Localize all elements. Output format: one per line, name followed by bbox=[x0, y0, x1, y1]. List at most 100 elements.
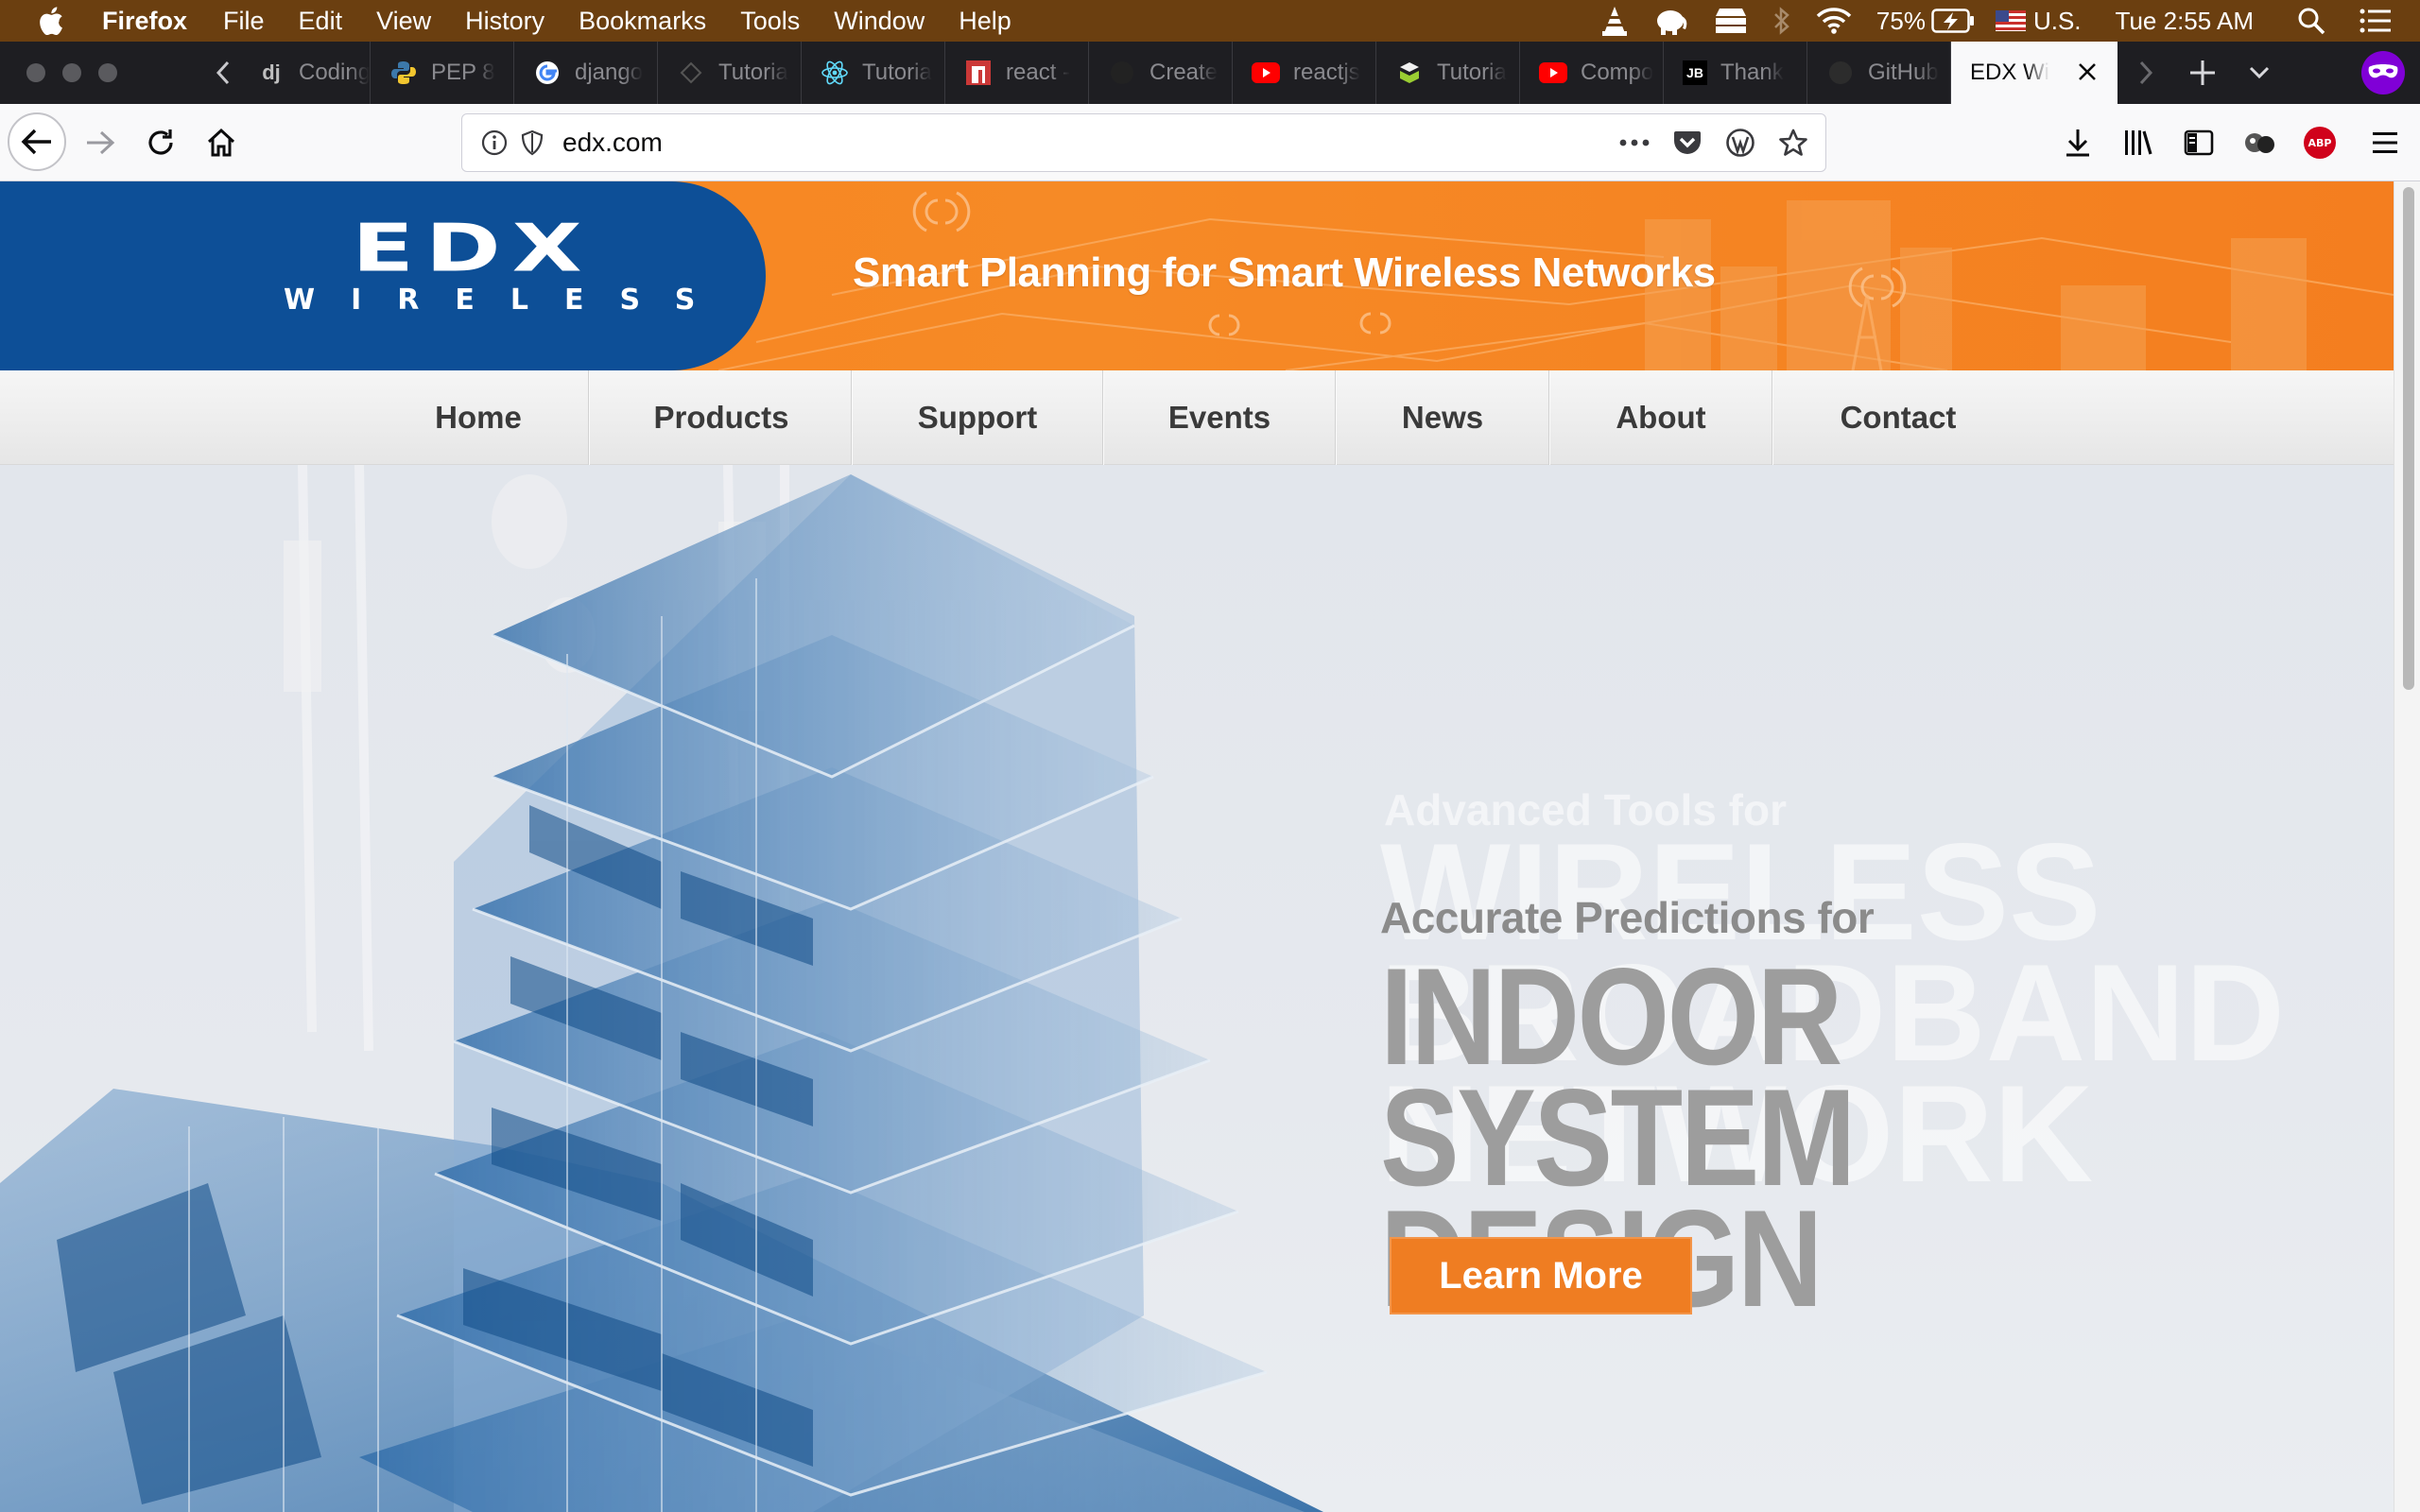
menu-window[interactable]: Window bbox=[834, 7, 925, 36]
close-tab-icon[interactable] bbox=[2074, 59, 2100, 85]
pocket-icon[interactable] bbox=[1670, 126, 1704, 160]
tab-title: Thank bbox=[1720, 60, 1784, 85]
nav-contact[interactable]: Contact bbox=[1773, 370, 2023, 465]
url-text[interactable]: edx.com bbox=[562, 128, 1599, 158]
nav-about[interactable]: About bbox=[1550, 370, 1772, 465]
tab-github[interactable]: GitHub bbox=[1807, 42, 1951, 104]
reload-button[interactable] bbox=[132, 114, 189, 171]
tab-title: Coding bbox=[299, 60, 370, 85]
zoom-window-button[interactable] bbox=[98, 63, 117, 82]
nav-events[interactable]: Events bbox=[1104, 370, 1335, 465]
logo-subtext: WIRELESS bbox=[284, 284, 732, 317]
tab-tutorial-react[interactable]: Tutoria bbox=[802, 42, 945, 104]
tab-title: EDX Wi bbox=[1970, 60, 2049, 85]
close-window-button[interactable] bbox=[26, 63, 45, 82]
menu-view[interactable]: View bbox=[376, 7, 431, 36]
menubar-clock[interactable]: Tue 2:55 AM bbox=[2116, 7, 2254, 36]
scroll-tabs-left-button[interactable] bbox=[197, 42, 250, 104]
extension-ghost-icon[interactable] bbox=[2229, 104, 2290, 181]
navigation-toolbar: edx.com ABP bbox=[0, 104, 2420, 181]
hero-headline-line-1: INDOOR bbox=[1380, 939, 1842, 1093]
menu-tools[interactable]: Tools bbox=[740, 7, 800, 36]
edx-wireless-logo[interactable]: EDX WIRELESS bbox=[274, 210, 732, 317]
input-source-label: U.S. bbox=[2032, 6, 2082, 35]
tab-tutorial-codecademy[interactable]: Tutoria bbox=[1376, 42, 1520, 104]
us-flag-icon bbox=[1995, 10, 2026, 31]
notification-center-icon[interactable] bbox=[2360, 0, 2392, 42]
tab-edx-wireless-active[interactable]: EDX Wi bbox=[1951, 42, 2118, 104]
site-main-navigation: Home Products Support Events News About … bbox=[0, 370, 2394, 465]
list-all-tabs-button[interactable] bbox=[2231, 42, 2288, 104]
hero-slider: Advanced Tools for WIRELESS BROADBAND NE… bbox=[0, 465, 2394, 1512]
adblock-plus-icon[interactable]: ABP bbox=[2290, 104, 2350, 181]
tab-thank-jetbrains[interactable]: JB Thank bbox=[1664, 42, 1807, 104]
browser-tab-strip: dj Coding PEP 8 django Tutoria Tutoria r… bbox=[0, 42, 2420, 104]
nav-support[interactable]: Support bbox=[853, 370, 1102, 465]
tab-django[interactable]: django bbox=[514, 42, 658, 104]
django-dj-icon: dj bbox=[262, 60, 281, 84]
reload-icon bbox=[148, 129, 173, 155]
battery-status[interactable]: 75% bbox=[1876, 0, 1975, 42]
tab-react-npm[interactable]: react - bbox=[945, 42, 1089, 104]
bluetooth-icon[interactable] bbox=[1772, 0, 1791, 42]
npm-icon bbox=[964, 59, 993, 87]
menu-history[interactable]: History bbox=[465, 7, 544, 36]
page-actions-more-icon[interactable] bbox=[1617, 126, 1651, 160]
bookmark-star-icon[interactable] bbox=[1776, 126, 1810, 160]
tab-reactjs-youtube[interactable]: reactjs bbox=[1233, 42, 1376, 104]
back-button[interactable] bbox=[8, 112, 66, 171]
sidebar-toggle-icon[interactable] bbox=[2169, 104, 2229, 181]
scrollbar-thumb[interactable] bbox=[2403, 187, 2414, 690]
nav-home[interactable]: Home bbox=[403, 370, 554, 465]
arrow-right-icon bbox=[87, 130, 115, 155]
drive-stack-icon[interactable] bbox=[1714, 0, 1748, 42]
menu-edit[interactable]: Edit bbox=[299, 7, 343, 36]
menu-bookmarks[interactable]: Bookmarks bbox=[579, 7, 706, 36]
open-menu-hamburger-icon[interactable] bbox=[2350, 104, 2420, 181]
input-source[interactable]: U.S. bbox=[1995, 0, 2082, 42]
wifi-icon[interactable] bbox=[1816, 0, 1852, 42]
jetbrains-icon: JB bbox=[1683, 60, 1707, 85]
site-info-icon[interactable] bbox=[477, 126, 511, 160]
site-header-banner: EDX WIRELESS Smart Planning for Smart Wi… bbox=[0, 181, 2394, 370]
tab-title: Tutoria bbox=[1437, 60, 1507, 85]
tab-components-youtube[interactable]: Compo bbox=[1520, 42, 1664, 104]
tab-title: GitHub bbox=[1868, 60, 1939, 85]
tracking-protection-shield-icon[interactable] bbox=[515, 126, 549, 160]
menu-file[interactable]: File bbox=[223, 7, 265, 36]
tab-title: PEP 8 bbox=[431, 60, 495, 85]
app-menu-firefox[interactable]: Firefox bbox=[102, 7, 187, 36]
home-button[interactable] bbox=[193, 114, 250, 171]
vlc-icon[interactable] bbox=[1600, 0, 1629, 42]
minimize-window-button[interactable] bbox=[62, 63, 81, 82]
react-icon bbox=[821, 59, 849, 87]
learn-more-button[interactable]: Learn More bbox=[1390, 1237, 1692, 1314]
apple-icon[interactable] bbox=[38, 7, 64, 35]
wordpress-icon[interactable] bbox=[1723, 126, 1757, 160]
new-tab-button[interactable] bbox=[2174, 42, 2231, 104]
nav-products[interactable]: Products bbox=[590, 370, 853, 465]
logo-wordmark: EDX bbox=[352, 210, 594, 287]
menu-help[interactable]: Help bbox=[959, 7, 1011, 36]
scroll-tabs-right-button[interactable] bbox=[2118, 42, 2174, 104]
nav-news[interactable]: News bbox=[1337, 370, 1548, 465]
forward-button[interactable] bbox=[72, 114, 129, 171]
abp-badge: ABP bbox=[2304, 127, 2336, 159]
tab-pep8[interactable]: PEP 8 bbox=[371, 42, 514, 104]
page-scrollbar[interactable] bbox=[2394, 181, 2420, 1512]
tab-title: Tutoria bbox=[718, 60, 788, 85]
spotlight-search-icon[interactable] bbox=[2297, 0, 2325, 42]
tab-create[interactable]: Create bbox=[1089, 42, 1233, 104]
tab-title: django bbox=[575, 60, 644, 85]
tab-title: react - bbox=[1006, 60, 1071, 85]
battery-charging-icon bbox=[1931, 9, 1974, 33]
library-icon[interactable] bbox=[2108, 104, 2169, 181]
address-bar[interactable]: edx.com bbox=[461, 113, 1826, 172]
battery-percent: 75% bbox=[1876, 6, 1926, 35]
home-icon bbox=[207, 128, 235, 157]
tab-coding[interactable]: dj Coding bbox=[250, 42, 371, 104]
downloads-icon[interactable] bbox=[2048, 104, 2108, 181]
glass-building-image bbox=[0, 465, 1323, 1512]
tab-tutorial-1[interactable]: Tutoria bbox=[658, 42, 802, 104]
evernote-elephant-icon[interactable] bbox=[1653, 0, 1689, 42]
